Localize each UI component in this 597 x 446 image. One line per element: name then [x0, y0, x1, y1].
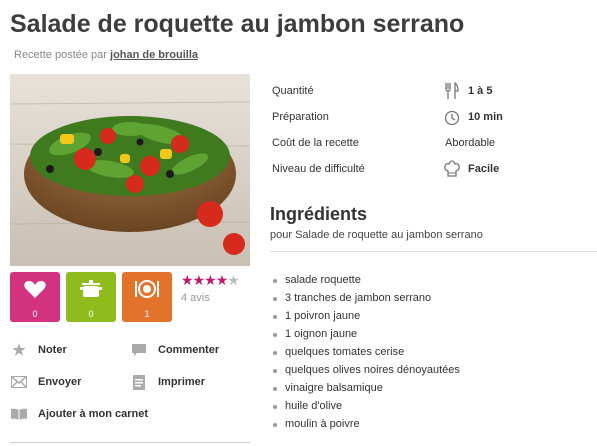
rate-label: Noter [38, 344, 67, 356]
posted-by-prefix: Recette postée par [14, 49, 107, 61]
cooked-button[interactable]: 0 [66, 272, 116, 322]
pot-icon [80, 280, 102, 297]
quantity-label: Quantité [272, 85, 314, 97]
list-item: 1 poivron jaune [273, 310, 460, 328]
divider [270, 251, 597, 252]
clock-icon [444, 108, 460, 126]
eaten-button[interactable]: 1 [122, 272, 172, 322]
list-item: vinaigre balsamique [273, 382, 460, 400]
envelope-icon [10, 374, 28, 390]
rate-action[interactable]: ★ Noter [10, 342, 67, 359]
add-to-notebook-action[interactable]: Ajouter à mon carnet [10, 406, 148, 422]
recipe-photo [10, 74, 250, 266]
send-label: Envoyer [38, 376, 82, 388]
comment-action[interactable]: Commenter [130, 342, 219, 358]
cost-label: Coût de la recette [272, 137, 359, 149]
document-icon [130, 374, 148, 390]
reaction-tiles: 0 0 1 [10, 272, 172, 322]
star-half-icon: ★ [215, 272, 229, 288]
list-item: moulin à poivre [273, 418, 460, 436]
add-to-notebook-label: Ajouter à mon carnet [38, 408, 149, 420]
star-icon: ★ [12, 342, 26, 359]
print-label: Imprimer [158, 376, 206, 388]
cooked-count: 0 [88, 309, 94, 319]
preparation-value: 10 min [468, 111, 503, 123]
cost-value: Abordable [445, 137, 496, 149]
love-button[interactable]: 0 [10, 272, 60, 322]
send-action[interactable]: Envoyer [10, 374, 81, 390]
divider [10, 442, 250, 443]
rating-stars: ★★★★★ [181, 272, 240, 289]
difficulty-value: Facile [468, 163, 500, 175]
list-item: quelques tomates cerise [273, 346, 460, 364]
preparation-label: Préparation [272, 111, 329, 123]
ingredient-list: salade roquette 3 tranches de jambon ser… [273, 274, 460, 436]
star-icon: ★ [227, 272, 240, 288]
author-link[interactable]: johan de brouilla [110, 49, 198, 61]
reviews-count: 4 avis [181, 292, 210, 304]
star-icon: ★ [181, 272, 194, 288]
ingredients-subtitle: pour Salade de roquette au jambon serran… [270, 229, 483, 241]
eaten-count: 1 [144, 309, 150, 319]
list-item: quelques olives noires dénoyautées [273, 364, 460, 382]
comment-label: Commenter [158, 344, 220, 356]
print-action[interactable]: Imprimer [130, 374, 205, 390]
star-icon: ★ [192, 272, 206, 288]
recipe-title: Salade de roquette au jambon serrano [10, 10, 465, 38]
speech-bubble-icon [130, 342, 148, 358]
list-item: salade roquette [273, 274, 460, 292]
quantity-value: 1 à 5 [468, 85, 493, 97]
difficulty-label: Niveau de difficulté [272, 163, 365, 175]
list-item: 3 tranches de jambon serrano [273, 292, 460, 310]
fork-knife-icon [444, 81, 460, 100]
plate-icon [135, 280, 159, 298]
open-book-icon [10, 406, 28, 422]
list-item: 1 oignon jaune [273, 328, 460, 346]
ingredients-heading: Ingrédients [270, 204, 368, 224]
star-icon: ★ [204, 272, 217, 288]
heart-icon [24, 281, 46, 298]
love-count: 0 [32, 309, 38, 319]
posted-by: Recette postée par johan de brouilla [14, 49, 198, 61]
chef-hat-icon [444, 160, 460, 178]
list-item: huile d'olive [273, 400, 460, 418]
